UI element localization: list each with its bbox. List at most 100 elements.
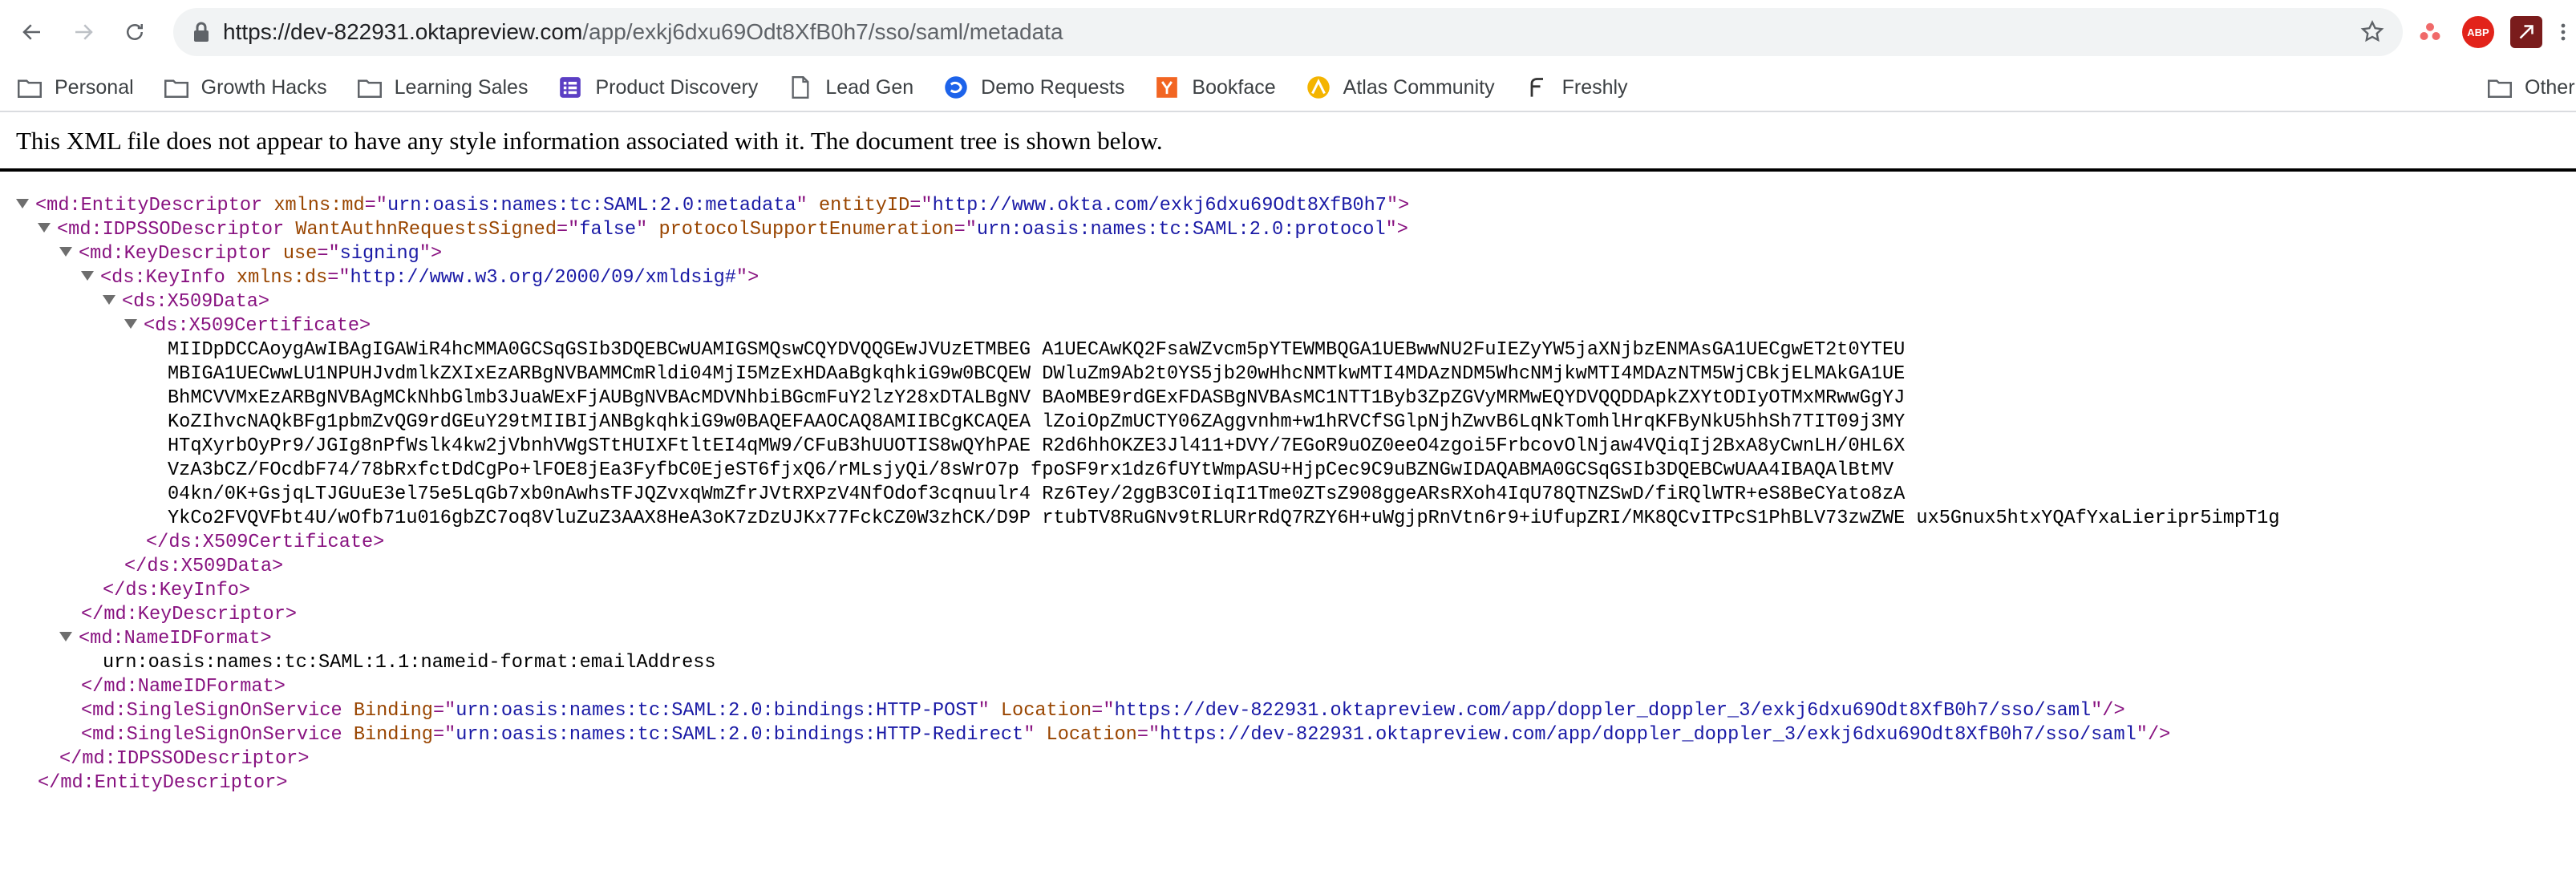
forward-button[interactable]	[64, 13, 103, 51]
xml-tag: <md:IDPSSODescriptor	[57, 219, 285, 241]
xml-line: MBIGA1UECwwLU1NPUHJvdmlkZXIxEzARBgNVBAMM…	[0, 362, 2576, 386]
xml-tag: <ds:X509Certificate>	[144, 315, 371, 337]
xml-val: urn:oasis:names:tc:SAML:2.0:protocol	[976, 219, 1386, 241]
xml-tag: "	[978, 700, 990, 722]
xml-line: HTqXyrbOyPr9/JGIg8nPfWslk4kw2jVbnhVWgSTt…	[0, 435, 2576, 459]
xml-txt: MIIDpDCCAoygAwIBAgIGAWiR4hcMMA0GCSqGSIb3…	[168, 339, 1906, 361]
collapse-triangle-icon[interactable]	[103, 295, 115, 305]
collapse-triangle-icon[interactable]	[59, 632, 72, 641]
atlas-icon	[1306, 75, 1331, 99]
reload-button[interactable]	[115, 13, 154, 51]
collapse-triangle-icon[interactable]	[59, 247, 72, 257]
xml-val: false	[579, 219, 637, 241]
xml-val: urn:oasis:names:tc:SAML:2.0:bindings:HTT…	[456, 724, 1024, 746]
address-bar[interactable]: https://dev-822931.oktapreview.com/app/e…	[173, 8, 2403, 56]
xml-val: urn:oasis:names:tc:SAML:2.0:bindings:HTT…	[456, 700, 978, 722]
url-scheme: https://	[223, 19, 291, 44]
xml-tag: </md:EntityDescriptor>	[38, 772, 288, 794]
xml-tag: ="	[954, 219, 977, 241]
xml-line: KoZIhvcNAQkBFg1pbmZvQG9rdGEuY29tMIIBIjAN…	[0, 411, 2576, 435]
xml-tag: <md:KeyDescriptor	[79, 243, 272, 265]
folder-icon	[164, 75, 188, 99]
arrow-right-icon	[75, 24, 93, 40]
xml-val: http://www.w3.org/2000/09/xmldsig#	[350, 267, 736, 289]
xml-tag: <md:NameIDFormat>	[79, 628, 272, 649]
xml-val: signing	[339, 243, 419, 265]
xml-txt: KoZIhvcNAQkBFg1pbmZvQG9rdGEuY29tMIIBIjAN…	[168, 411, 1906, 433]
bookmark-label: Bookface	[1192, 75, 1276, 99]
xml-line: </ds:KeyInfo>	[0, 579, 2576, 603]
xml-line: MIIDpDCCAoygAwIBAgIGAWiR4hcMMA0GCSqGSIb3…	[0, 338, 2576, 362]
xml-line: </ds:X509Certificate>	[0, 531, 2576, 555]
xml-tag: <ds:X509Data>	[122, 291, 270, 313]
xml-tag: <ds:KeyInfo	[100, 267, 225, 289]
extension-icon[interactable]	[2510, 16, 2542, 48]
asana-extension-icon[interactable]	[2414, 16, 2446, 48]
collapse-triangle-icon[interactable]	[81, 271, 94, 281]
xml-tag: </md:KeyDescriptor>	[81, 604, 298, 625]
xml-tag: ="	[1092, 700, 1115, 722]
collapse-triangle-icon[interactable]	[38, 223, 51, 233]
xml-attr: xmlns:ds	[225, 267, 328, 289]
xml-tag: "	[796, 195, 808, 216]
back-button[interactable]	[13, 13, 51, 51]
adblock-label: ABP	[2467, 26, 2489, 38]
xml-line: <md:NameIDFormat>	[0, 627, 2576, 651]
yc-icon	[1155, 75, 1179, 99]
bookmark-label: Atlas Community	[1343, 75, 1495, 99]
bookmark-label: Other B	[2525, 75, 2576, 99]
xml-tag: ="	[432, 700, 456, 722]
xml-attr: Location	[1035, 724, 1137, 746]
bookmark-other[interactable]: Other B	[2488, 70, 2576, 105]
xml-tag: </md:NameIDFormat>	[81, 676, 286, 698]
xml-attr: entityID	[807, 195, 910, 216]
xml-line: </md:KeyDescriptor>	[0, 603, 2576, 627]
xml-tag: ">	[1386, 195, 1410, 216]
bookmark-star-icon[interactable]	[2359, 19, 2385, 45]
xml-line: <md:KeyDescriptor use="signing">	[0, 242, 2576, 266]
bookmark-demo-requests[interactable]: Demo Requests	[944, 70, 1124, 105]
page-icon	[788, 75, 812, 99]
productboard-icon	[558, 75, 582, 99]
bookmark-product-discovery[interactable]: Product Discovery	[558, 70, 758, 105]
url-text: https://dev-822931.oktapreview.com/app/e…	[223, 19, 1063, 45]
xml-line: <ds:X509Data>	[0, 290, 2576, 314]
bookmark-freshly[interactable]: Freshly	[1525, 70, 1628, 105]
xml-line: <md:IDPSSODescriptor WantAuthnRequestsSi…	[0, 218, 2576, 242]
xml-line: </ds:X509Data>	[0, 555, 2576, 579]
xml-val: http://www.okta.com/exkj6dxu69Odt8XfB0h7	[932, 195, 1387, 216]
bookmark-lead-gen[interactable]: Lead Gen	[788, 70, 913, 105]
bookmark-label: Growth Hacks	[200, 75, 327, 99]
bookmark-label: Product Discovery	[595, 75, 759, 99]
xml-tag: ">	[419, 243, 443, 265]
arrow-left-icon	[22, 24, 40, 40]
bookmark-growth-hacks[interactable]: Growth Hacks	[164, 70, 327, 105]
drift-icon	[944, 75, 968, 99]
url-path: /app/exkj6dxu69Odt8XfB0h7/sso/saml/metad…	[582, 19, 1063, 44]
adblock-plus-icon[interactable]: ABP	[2462, 16, 2494, 48]
browser-toolbar: https://dev-822931.oktapreview.com/app/e…	[0, 0, 2576, 64]
xml-attr: protocolSupportEnumeration	[647, 219, 954, 241]
bookmark-bookface[interactable]: Bookface	[1155, 70, 1276, 105]
xml-tag: ="	[556, 219, 580, 241]
xml-line: <md:SingleSignOnService Binding="urn:oas…	[0, 699, 2576, 723]
collapse-triangle-icon[interactable]	[16, 199, 29, 208]
xml-txt: urn:oasis:names:tc:SAML:1.1:nameid-forma…	[103, 652, 716, 674]
xml-tag: </ds:KeyInfo>	[103, 580, 251, 601]
chrome-menu-icon[interactable]	[2555, 16, 2571, 48]
bookmark-label: Demo Requests	[981, 75, 1125, 99]
xml-tag: "	[1023, 724, 1035, 746]
bookmark-atlas-community[interactable]: Atlas Community	[1306, 70, 1495, 105]
collapse-triangle-icon[interactable]	[124, 319, 137, 329]
xml-line: </md:IDPSSODescriptor>	[0, 747, 2576, 771]
bookmark-label: Learning Sales	[394, 75, 529, 99]
xml-val: https://dev-822931.oktapreview.com/app/d…	[1114, 700, 2092, 722]
folder-icon	[357, 75, 382, 99]
xml-tag: </ds:X509Data>	[124, 556, 284, 577]
xml-line: <md:EntityDescriptor xmlns:md="urn:oasis…	[0, 194, 2576, 218]
bookmark-personal[interactable]: Personal	[18, 70, 134, 105]
xml-line: YkCo2FVQVFbt4U/wOfb71u016gbZC7oq8VluZuZ3…	[0, 507, 2576, 531]
folder-icon	[2488, 75, 2512, 99]
xml-attr: Location	[989, 700, 1092, 722]
bookmark-learning-sales[interactable]: Learning Sales	[357, 70, 529, 105]
